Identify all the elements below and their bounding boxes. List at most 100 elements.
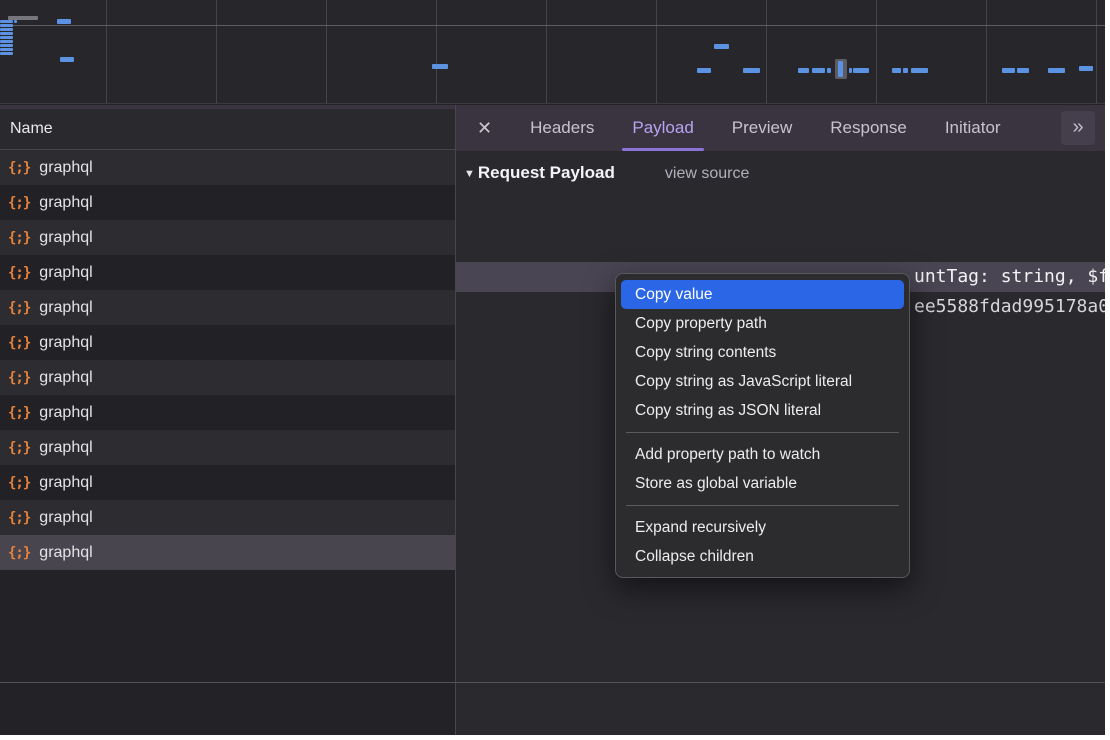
tab-payload[interactable]: Payload (632, 105, 693, 151)
request-name-label: graphql (39, 194, 92, 212)
request-row[interactable]: {;} graphql (0, 220, 455, 255)
request-timing-bar (0, 52, 13, 55)
json-file-icon: {;} (8, 475, 30, 491)
json-file-icon: {;} (8, 440, 30, 456)
request-timing-bar (0, 28, 13, 31)
hovered-request-bar (838, 61, 843, 77)
tree-row-operation-name[interactable]: operationName: "ipFlowTimeseries" (456, 232, 1105, 262)
menu-separator (626, 432, 899, 433)
request-timing-bar (57, 19, 71, 24)
query-value-fragment: untTag: string, $f (914, 262, 1105, 292)
json-file-icon: {;} (8, 195, 30, 211)
request-timing-bar (1079, 66, 1093, 71)
close-icon[interactable]: ✕ (477, 105, 492, 151)
menu-item-copy-value[interactable]: Copy value (621, 280, 904, 309)
request-row[interactable]: {;} graphql (0, 535, 455, 570)
request-timing-bar (1048, 68, 1065, 73)
network-overview-strip[interactable] (0, 0, 1105, 104)
request-row[interactable]: {;} graphql (0, 290, 455, 325)
request-timing-bar (827, 68, 831, 73)
request-row[interactable]: {;} graphql (0, 500, 455, 535)
overview-gridline (546, 0, 547, 103)
request-timing-bar (0, 36, 13, 39)
request-list: {;} graphql {;} graphql {;} graphql {;} graphql… (0, 150, 455, 570)
request-timing-bar (743, 68, 760, 73)
request-row[interactable]: {;} graphql (0, 255, 455, 290)
request-name-label: graphql (39, 299, 92, 317)
request-timing-bar (903, 68, 908, 73)
details-tabs: Headers Payload Preview Response Initiator (492, 105, 1000, 151)
tab-response[interactable]: Response (830, 105, 907, 151)
request-timing-bar (812, 68, 825, 73)
request-name-label: graphql (39, 334, 92, 352)
name-column-header[interactable]: Name (0, 105, 455, 150)
menu-item-store-as-global-variable[interactable]: Store as global variable (616, 469, 909, 498)
tab-preview[interactable]: Preview (732, 105, 792, 151)
request-timing-bar (714, 44, 729, 49)
request-name-label: graphql (39, 439, 92, 457)
overview-gridline (216, 0, 217, 103)
request-timing-bar (60, 57, 74, 62)
request-row[interactable]: {;} graphql (0, 395, 455, 430)
overview-gridline (326, 0, 327, 103)
view-source-link[interactable]: view source (665, 165, 749, 182)
menu-item-add-property-path-to-watch[interactable]: Add property path to watch (616, 440, 909, 469)
request-timing-bar (0, 48, 13, 51)
section-title: Request Payload (478, 163, 615, 182)
overview-gridline (1096, 0, 1097, 103)
request-name-label: graphql (39, 544, 92, 562)
request-row[interactable]: {;} graphql (0, 465, 455, 500)
json-file-icon: {;} (8, 510, 30, 526)
section-collapse-icon[interactable]: ▼ (464, 168, 475, 180)
request-timing-bar (1002, 68, 1015, 73)
request-row[interactable]: {;}graphql (0, 150, 455, 185)
tree-row-root[interactable]: ▼{operationName: "ipFlowTimeseries", var… (456, 202, 1105, 232)
menu-separator (626, 505, 899, 506)
request-payload-section-header[interactable]: ▼Request Payload view source (464, 163, 749, 183)
json-file-icon: {;} (8, 300, 30, 316)
menu-item-expand-recursively[interactable]: Expand recursively (616, 513, 909, 542)
request-timing-bar (853, 68, 869, 73)
json-file-icon: {;} (8, 370, 30, 386)
request-row[interactable]: {;} graphql (0, 185, 455, 220)
json-file-icon: {;} (8, 230, 30, 246)
json-file-icon: {;} (8, 405, 30, 421)
request-timing-bar (0, 24, 13, 27)
name-column-label: Name (10, 120, 53, 137)
request-name-label: graphql (39, 404, 92, 422)
devtools-network-panel: Name {;}graphql{;}graphql{;}graphql{;}gr… (0, 0, 1105, 735)
request-timing-bar (798, 68, 809, 73)
menu-item-copy-string-contents[interactable]: Copy string contents (616, 338, 909, 367)
menu-item-copy-string-as-json-literal[interactable]: Copy string as JSON literal (616, 396, 909, 425)
request-timing-bar (849, 68, 852, 73)
tab-initiator[interactable]: Initiator (945, 105, 1001, 151)
panel-split-divider[interactable] (455, 105, 456, 735)
menu-item-copy-property-path[interactable]: Copy property path (616, 309, 909, 338)
overview-gridline (656, 0, 657, 103)
json-file-icon: {;} (8, 265, 30, 281)
overview-gridline (986, 0, 987, 103)
json-file-icon: {;} (8, 335, 30, 351)
tab-headers[interactable]: Headers (530, 105, 594, 151)
overview-horizontal-gridline (0, 25, 1105, 26)
request-timing-bar (892, 68, 901, 73)
request-name-label: graphql (39, 509, 92, 527)
request-row[interactable]: {;}graphql (0, 360, 455, 395)
more-tabs-icon[interactable]: » (1061, 111, 1095, 145)
request-name-label: graphql (39, 474, 92, 492)
json-file-icon: {;} (8, 545, 30, 561)
requests-panel: Name {;}graphql{;}graphql{;}graphql{;}gr… (0, 105, 455, 735)
request-timing-bar (0, 32, 13, 35)
request-row[interactable]: {;} graphql (0, 325, 455, 360)
request-name-label: graphql (39, 159, 92, 177)
request-name-label: graphql (39, 229, 92, 247)
details-tab-bar: ✕ Headers Payload Preview Response Initiator… (456, 105, 1105, 151)
request-timing-bar (1017, 68, 1029, 73)
menu-item-copy-string-as-javascript-literal[interactable]: Copy string as JavaScript literal (616, 367, 909, 396)
request-name-label: graphql (39, 264, 92, 282)
request-timing-bar (14, 20, 17, 23)
menu-item-collapse-children[interactable]: Collapse children (616, 542, 909, 571)
request-row[interactable]: {;} graphql (0, 430, 455, 465)
overview-gridline (766, 0, 767, 103)
overview-gridline (876, 0, 877, 103)
